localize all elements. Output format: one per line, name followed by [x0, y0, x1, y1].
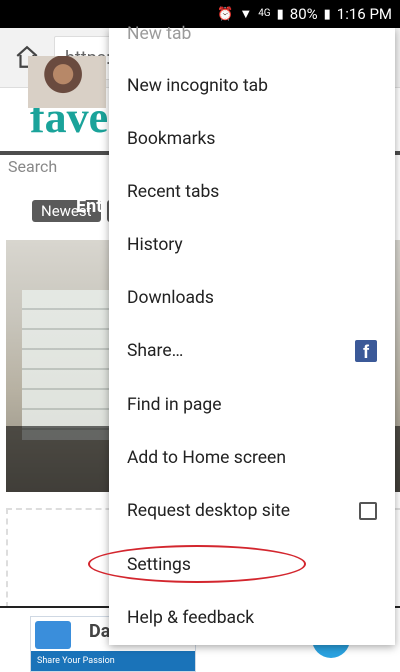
- menu-item-label: New tab: [127, 24, 192, 44]
- wifi-icon: ▼: [239, 6, 253, 22]
- menu-item-help-feedback[interactable]: Help & feedback: [109, 591, 395, 644]
- menu-item-label: Add to Home screen: [127, 447, 286, 468]
- cloud-icon: [35, 621, 71, 649]
- menu-item-share[interactable]: Share… f: [109, 324, 395, 377]
- menu-item-label: Find in page: [127, 394, 222, 415]
- ad-headline: Da: [89, 621, 111, 642]
- card-thumbnail[interactable]: [28, 56, 106, 108]
- facebook-icon[interactable]: f: [355, 339, 377, 362]
- signal-icon: ▮: [276, 6, 284, 22]
- chevron-left-icon[interactable]: ‹: [8, 100, 18, 140]
- network-type: 4G: [258, 8, 271, 19]
- menu-item-downloads[interactable]: Downloads: [109, 271, 395, 324]
- hero-caption[interactable]: Ent: [76, 196, 102, 217]
- overflow-menu: New tab New incognito tab Bookmarks Rece…: [109, 24, 395, 645]
- menu-item-new-tab[interactable]: New tab: [109, 24, 395, 46]
- menu-item-label: Downloads: [127, 287, 214, 308]
- clock: 1:16 PM: [336, 4, 392, 23]
- menu-item-label: Recent tabs: [127, 181, 220, 202]
- menu-item-label: Settings: [127, 554, 191, 575]
- checkbox-icon[interactable]: [359, 501, 377, 520]
- menu-item-label: Bookmarks: [127, 128, 216, 149]
- menu-item-history[interactable]: History: [109, 218, 395, 271]
- menu-item-bookmarks[interactable]: Bookmarks: [109, 112, 395, 165]
- menu-item-label: History: [127, 234, 183, 255]
- battery-percent: 80%: [289, 4, 318, 23]
- menu-item-label: Help & feedback: [127, 607, 255, 628]
- status-bar: ⏰ ▼ 4G ▮ 80% ▮ 1:16 PM: [0, 0, 400, 28]
- menu-item-label: Request desktop site: [127, 500, 291, 521]
- battery-icon: ▮: [323, 6, 331, 22]
- search-placeholder: Search: [8, 157, 58, 176]
- menu-item-find-in-page[interactable]: Find in page: [109, 378, 395, 431]
- alarm-icon: ⏰: [217, 6, 234, 22]
- menu-item-new-incognito-tab[interactable]: New incognito tab: [109, 59, 395, 112]
- menu-item-request-desktop-site[interactable]: Request desktop site: [109, 484, 395, 537]
- menu-item-add-to-home-screen[interactable]: Add to Home screen: [109, 431, 395, 484]
- menu-item-settings[interactable]: Settings: [109, 538, 395, 591]
- menu-item-label: New incognito tab: [127, 75, 269, 96]
- menu-item-recent-tabs[interactable]: Recent tabs: [109, 165, 395, 218]
- ad-subline: Share Your Passion: [31, 651, 195, 671]
- menu-item-label: Share…: [127, 340, 184, 361]
